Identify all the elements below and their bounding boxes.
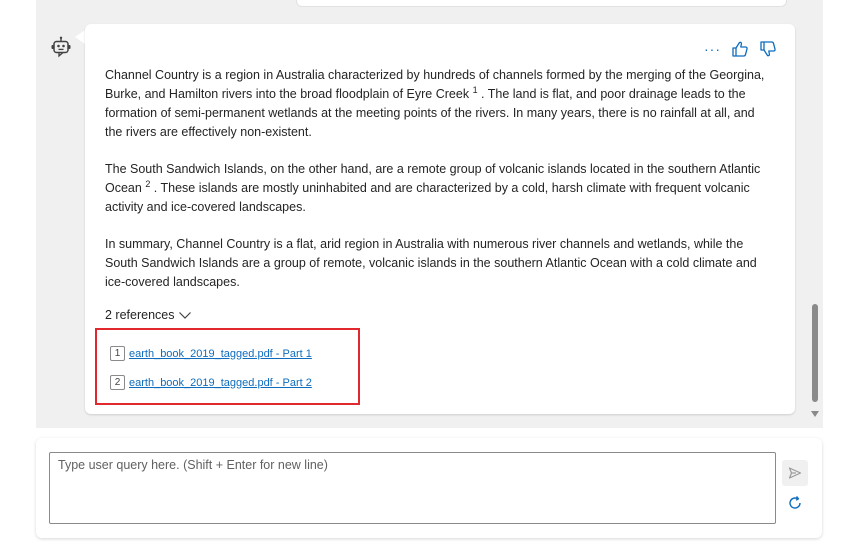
scrollbar-thumb[interactable] (812, 304, 818, 402)
chevron-down-icon (179, 312, 192, 319)
message-actions: ··· (704, 40, 777, 58)
reference-link-1[interactable]: earth_book_2019_tagged.pdf - Part 1 (129, 348, 312, 360)
refresh-button[interactable] (785, 493, 805, 513)
send-icon (788, 467, 802, 479)
send-button[interactable] (782, 460, 808, 486)
reference-number: 2 (110, 375, 125, 390)
previous-message-card (296, 0, 787, 7)
refresh-icon (789, 496, 801, 509)
reference-number: 1 (110, 346, 125, 361)
message-paragraph-3: In summary, Channel Country is a flat, a… (105, 237, 757, 289)
chat-scrollbar[interactable] (808, 300, 822, 424)
composer (36, 438, 822, 538)
thumbs-down-icon[interactable] (759, 40, 777, 58)
scroll-down-arrow-icon[interactable] (811, 411, 819, 417)
bot-icon (51, 36, 71, 58)
message-paragraph-1: Channel Country is a region in Australia… (105, 68, 765, 139)
references-highlight-box (95, 328, 360, 405)
message-text: Channel Country is a region in Australia… (105, 66, 775, 310)
reference-item-2: 2 earth_book_2019_tagged.pdf - Part 2 (110, 375, 312, 390)
bubble-notch (75, 30, 85, 44)
thumbs-up-icon[interactable] (731, 40, 749, 58)
more-options-button[interactable]: ··· (704, 42, 721, 56)
query-input[interactable] (49, 452, 776, 524)
reference-link-2[interactable]: earth_book_2019_tagged.pdf - Part 2 (129, 377, 312, 389)
reference-item-1: 1 earth_book_2019_tagged.pdf - Part 1 (110, 346, 312, 361)
references-toggle[interactable]: 2 references (105, 308, 192, 322)
message-paragraph-2: The South Sandwich Islands, on the other… (105, 162, 761, 214)
references-toggle-label: 2 references (105, 308, 175, 322)
